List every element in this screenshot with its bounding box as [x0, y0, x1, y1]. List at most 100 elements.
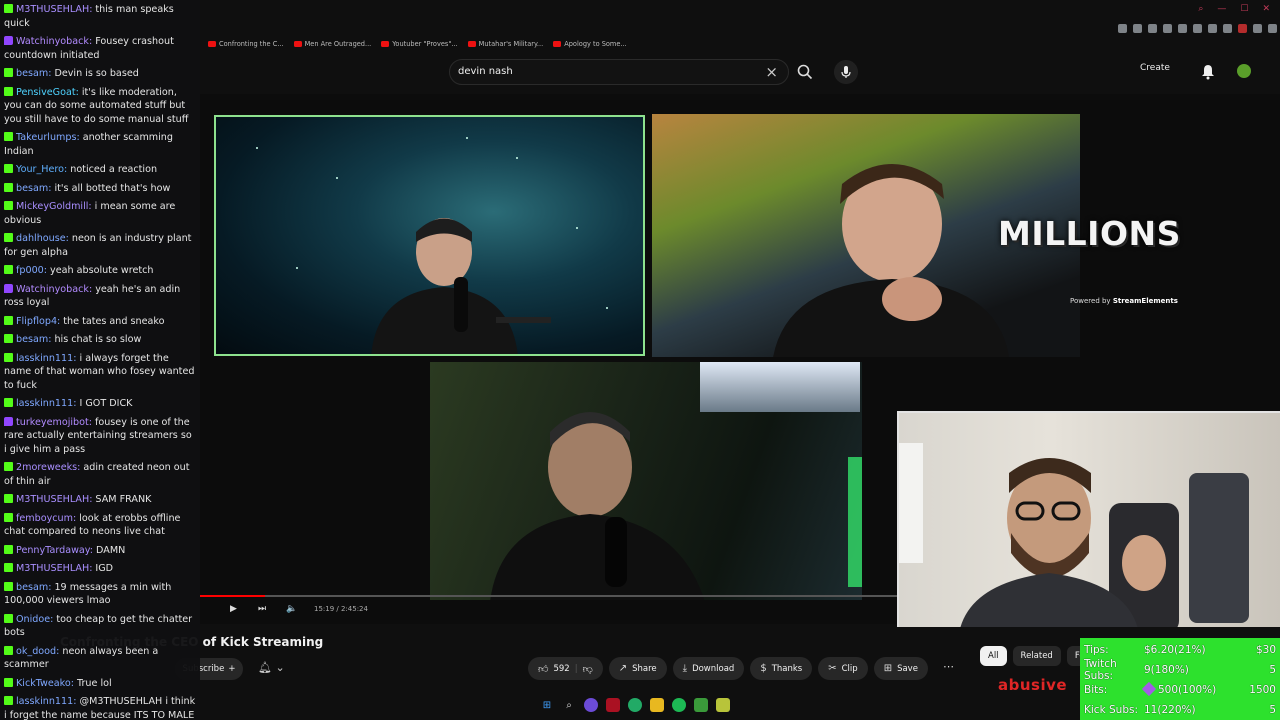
extension-icon[interactable]: [1253, 24, 1262, 33]
chip-related[interactable]: Related: [1012, 646, 1061, 666]
video-actions: 👍︎ 592 | 👎︎ ↗ Share ⤓ Download $ Thanks …: [528, 657, 928, 680]
extension-icon[interactable]: [1133, 24, 1142, 33]
chrome-icon[interactable]: [628, 698, 642, 712]
chat-username[interactable]: M3THUSEHLAH: [16, 494, 92, 505]
thanks-button[interactable]: $ Thanks: [750, 657, 813, 680]
kick-logo-icon: [4, 233, 13, 242]
puzzle-icon[interactable]: [1223, 24, 1232, 33]
play-icon[interactable]: [1193, 24, 1202, 33]
thanks-icon: $: [760, 663, 767, 674]
stream-chat: M3THUSEHLAHthis man speaks quick Watchiny…: [0, 0, 200, 720]
video-progress-bar[interactable]: [200, 595, 900, 597]
goal-label: Bits:: [1084, 684, 1108, 696]
chat-username[interactable]: Takeurlumps: [16, 132, 80, 143]
player-controls: ▶ ⏭ 🔈 15:19 / 2:45:24: [230, 604, 368, 614]
time-display: 15:19 / 2:45:24: [314, 605, 368, 613]
chat-username[interactable]: M3THUSEHLAH: [16, 563, 92, 574]
extension-red-icon[interactable]: [1238, 24, 1247, 33]
search-box[interactable]: devin nash ×: [449, 59, 789, 85]
bookmark-item[interactable]: Mutahar's Military...: [467, 40, 543, 48]
maximize-icon[interactable]: ☐: [1240, 4, 1248, 14]
search-icon[interactable]: [794, 61, 816, 83]
download-button[interactable]: ⤓ Download: [672, 657, 745, 680]
search-icon[interactable]: ⌕: [562, 698, 576, 712]
xbox-icon[interactable]: [694, 698, 708, 712]
chat-message-text: I GOT DICK: [79, 398, 133, 409]
chat-username[interactable]: femboycum: [16, 513, 76, 524]
shield-icon[interactable]: [1163, 24, 1172, 33]
chat-username[interactable]: Onidoe: [16, 614, 53, 625]
minimize-icon[interactable]: —: [1217, 4, 1226, 14]
chat-username[interactable]: PensiveGoat: [16, 87, 79, 98]
chat-username[interactable]: M3THUSEHLAH: [16, 4, 92, 15]
play-icon[interactable]: ▶: [230, 604, 240, 614]
chat-username[interactable]: besam: [16, 68, 51, 79]
chat-username[interactable]: Your_Hero: [16, 164, 67, 175]
bookmark-item[interactable]: Men Are Outraged...: [293, 40, 371, 48]
chat-username[interactable]: fp000: [16, 265, 47, 276]
chat-message: turkeyemojibotfousey is one of the rare …: [4, 416, 196, 457]
chat-username[interactable]: Watchinyoback: [16, 36, 92, 47]
streamer-webcam: [897, 411, 1280, 627]
bookmark-item[interactable]: Apology to Some...: [553, 40, 627, 48]
chat-message-text: SAM FRANK: [95, 494, 152, 505]
extension-icon[interactable]: [1268, 24, 1277, 33]
mic-icon[interactable]: [834, 60, 858, 84]
bookmark-item[interactable]: Confronting the C...: [208, 40, 284, 48]
chat-message: M3THUSEHLAHthis man speaks quick: [4, 3, 196, 30]
clear-search-icon[interactable]: ×: [765, 63, 778, 81]
chat-username[interactable]: turkeyemojibot: [16, 417, 92, 428]
chat-username[interactable]: dahlhouse: [16, 233, 69, 244]
app-icon[interactable]: [584, 698, 598, 712]
like-button[interactable]: 👍︎ 592 | 👎︎: [528, 657, 603, 680]
clip-button[interactable]: ✂ Clip: [818, 657, 868, 680]
thumbs-down-icon[interactable]: 👎︎: [583, 663, 593, 675]
chat-message: PensiveGoatit's like moderation, you can…: [4, 86, 196, 127]
scissors-icon: ✂: [828, 663, 837, 674]
extension-icon[interactable]: [1178, 24, 1187, 33]
goal-value: $6.20(21%): [1144, 644, 1206, 656]
share-button[interactable]: ↗ Share: [608, 657, 667, 680]
notifications-bell-icon[interactable]: [1201, 64, 1215, 80]
chat-username[interactable]: PennyTardaway: [16, 545, 93, 556]
chip-all[interactable]: All: [980, 646, 1007, 666]
zoom-icon[interactable]: [1118, 24, 1127, 33]
kick-logo-icon: [4, 265, 13, 274]
app-icon[interactable]: [606, 698, 620, 712]
save-button[interactable]: ⊞ Save: [873, 657, 928, 680]
chat-username[interactable]: lasskinn111: [16, 398, 76, 409]
more-actions-icon[interactable]: ⋯: [943, 660, 963, 678]
account-avatar[interactable]: [1237, 64, 1251, 78]
chat-username[interactable]: ok_dood: [16, 646, 59, 657]
chat-message: Onidoetoo cheap to get the chatter bots: [4, 613, 196, 640]
create-button[interactable]: Create: [1140, 63, 1170, 73]
folder-icon[interactable]: [650, 698, 664, 712]
chat-username[interactable]: Flipflop4: [16, 316, 60, 327]
next-icon[interactable]: ⏭: [258, 604, 268, 614]
chat-username[interactable]: besam: [16, 183, 51, 194]
chat-username[interactable]: 2moreweeks: [16, 462, 80, 473]
subscription-bell-icon[interactable]: 🔔︎ ⌄: [258, 661, 285, 674]
bookmark-icon[interactable]: [1148, 24, 1157, 33]
chat-username[interactable]: besam: [16, 334, 51, 345]
chat-username[interactable]: MickeyGoldmill: [16, 201, 92, 212]
kick-logo-icon: [4, 315, 13, 325]
bookmark-item[interactable]: Youtuber "Proves"...: [381, 40, 458, 48]
chat-username[interactable]: lasskinn111: [16, 353, 76, 364]
chat-username[interactable]: lasskinn111: [16, 696, 76, 707]
chat-message-text: IGD: [95, 563, 114, 574]
person-silhouette: [960, 458, 1179, 627]
close-window-icon[interactable]: ✕: [1262, 4, 1270, 14]
volume-icon[interactable]: 🔈: [286, 604, 297, 614]
heart-icon[interactable]: [1208, 24, 1217, 33]
windows-start-icon[interactable]: ⊞: [540, 698, 554, 712]
app-icon[interactable]: [716, 698, 730, 712]
chat-username[interactable]: Watchinyoback: [16, 284, 92, 295]
chat-username[interactable]: besam: [16, 582, 51, 593]
spotify-icon[interactable]: [672, 698, 686, 712]
search-input[interactable]: devin nash: [458, 66, 513, 77]
chat-username[interactable]: KickTweako: [16, 678, 74, 689]
chat-message-text: his chat is so slow: [54, 334, 142, 345]
kick-logo-icon: [4, 696, 13, 705]
search-tab-icon[interactable]: ⌕: [1198, 4, 1203, 14]
